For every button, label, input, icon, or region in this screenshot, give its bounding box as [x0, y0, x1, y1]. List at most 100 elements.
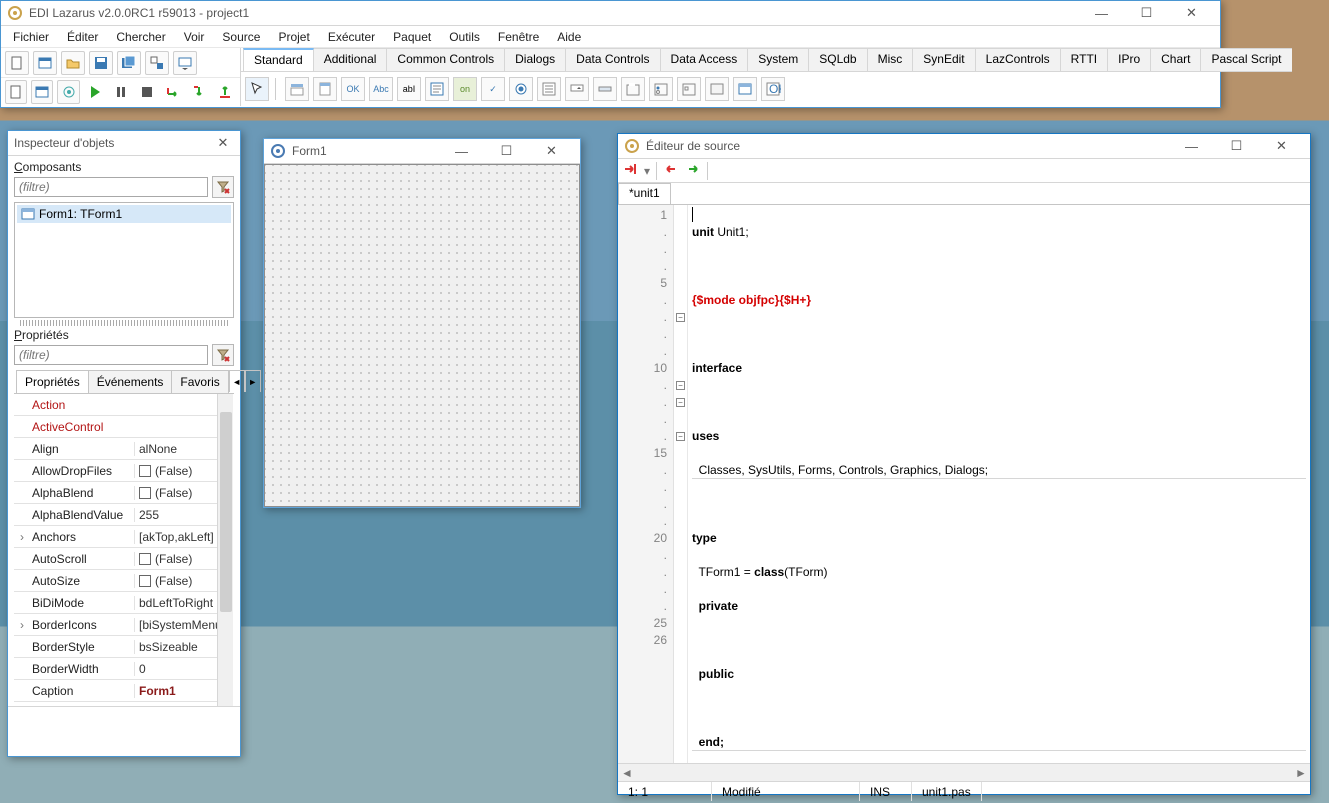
property-row[interactable]: BorderWidth0 [14, 658, 233, 680]
form-design-surface[interactable] [264, 164, 580, 507]
src-maximize-button[interactable]: ☐ [1214, 134, 1259, 159]
oi-properties-filter-clear[interactable] [212, 344, 234, 366]
form-close-button[interactable]: ✕ [529, 139, 574, 164]
property-row[interactable]: Action [14, 394, 233, 416]
property-row[interactable]: AlphaBlend (False) [14, 482, 233, 504]
oi-tab-nav-left[interactable]: ◄ [229, 370, 245, 392]
menu-editer[interactable]: Éditer [59, 28, 106, 46]
menu-source[interactable]: Source [214, 28, 268, 46]
property-row[interactable]: AlignalNone [14, 438, 233, 460]
component-tab-system[interactable]: System [747, 48, 809, 71]
build-button[interactable] [57, 80, 79, 104]
save-button[interactable] [89, 51, 113, 75]
palette-checkbox[interactable]: ✓ [481, 77, 505, 101]
src-jump-forward-button[interactable] [622, 161, 638, 180]
palette-radiogroup[interactable] [649, 77, 673, 101]
oi-close-button[interactable]: ✕ [212, 131, 234, 156]
palette-mainmenu[interactable] [285, 77, 309, 101]
component-tab-lazcontrols[interactable]: LazControls [975, 48, 1061, 71]
component-tab-dataaccess[interactable]: Data Access [660, 48, 749, 71]
ide-maximize-button[interactable]: ☐ [1124, 1, 1169, 26]
oi-properties-filter[interactable] [14, 345, 208, 365]
menu-projet[interactable]: Projet [270, 28, 317, 46]
form-maximize-button[interactable]: ☐ [484, 139, 529, 164]
ide-minimize-button[interactable]: ― [1079, 1, 1124, 26]
property-row[interactable]: ActiveControl [14, 416, 233, 438]
step-over-button[interactable] [162, 80, 184, 104]
new-unit-button[interactable] [5, 51, 29, 75]
menu-fichier[interactable]: Fichier [5, 28, 57, 46]
component-tab-dialogs[interactable]: Dialogs [504, 48, 566, 71]
run-button[interactable] [84, 80, 106, 104]
component-tab-rtti[interactable]: RTTI [1060, 48, 1108, 71]
palette-edit[interactable]: abI [397, 77, 421, 101]
property-row[interactable]: AutoSize (False) [14, 570, 233, 592]
property-row[interactable]: AutoScroll (False) [14, 548, 233, 570]
editor-fold-column[interactable]: −−−− [674, 205, 688, 763]
property-row[interactable]: AlphaBlendValue255 [14, 504, 233, 526]
oi-components-filter-clear[interactable] [212, 176, 234, 198]
component-tab-chart[interactable]: Chart [1150, 48, 1201, 71]
ide-close-button[interactable]: ✕ [1169, 1, 1214, 26]
menu-outils[interactable]: Outils [441, 28, 488, 46]
src-nav-back-button[interactable] [663, 161, 679, 180]
component-tab-ipro[interactable]: IPro [1107, 48, 1151, 71]
menu-aide[interactable]: Aide [549, 28, 589, 46]
code-editor[interactable]: 1...5....10....15....20....2526 −−−− uni… [618, 205, 1310, 763]
menu-paquet[interactable]: Paquet [385, 28, 439, 46]
property-row[interactable]: AllowDropFiles (False) [14, 460, 233, 482]
view-forms-button[interactable] [31, 80, 53, 104]
oi-tab-nav-right[interactable]: ► [245, 370, 261, 392]
view-units-button[interactable] [5, 80, 27, 104]
palette-scrollbar[interactable] [593, 77, 617, 101]
palette-combobox[interactable] [565, 77, 589, 101]
step-into-button[interactable] [188, 80, 210, 104]
palette-panel[interactable] [705, 77, 729, 101]
src-close-button[interactable]: ✕ [1259, 134, 1304, 159]
component-tab-sqldb[interactable]: SQLdb [808, 48, 867, 71]
toggle-form-unit-button[interactable] [145, 51, 169, 75]
property-row[interactable]: ›Anchors[akTop,akLeft] [14, 526, 233, 548]
property-row[interactable]: ›BorderIcons[biSystemMenu,b [14, 614, 233, 636]
property-row[interactable]: BiDiModebdLeftToRight [14, 592, 233, 614]
component-tab-standard[interactable]: Standard [243, 48, 314, 71]
component-tab-additional[interactable]: Additional [313, 48, 388, 71]
oi-components-filter[interactable] [14, 177, 208, 197]
save-all-button[interactable] [117, 51, 141, 75]
palette-popupmenu[interactable] [313, 77, 337, 101]
new-form-button[interactable] [33, 51, 57, 75]
oi-property-grid[interactable]: ActionActiveControlAlignalNoneAllowDropF… [14, 394, 234, 706]
oi-component-tree[interactable]: Form1: TForm1 [14, 202, 234, 318]
src-nav-forward-button[interactable] [685, 161, 701, 180]
palette-selector[interactable] [245, 77, 269, 101]
editor-code-area[interactable]: unit Unit1; {$mode objfpc}{$H+} interfac… [688, 205, 1310, 763]
src-tab-unit1[interactable]: *unit1 [618, 183, 671, 204]
scroll-left-icon[interactable]: ◄ [618, 764, 636, 782]
component-tab-synedit[interactable]: SynEdit [912, 48, 975, 71]
palette-radiobutton[interactable] [509, 77, 533, 101]
oi-tree-item-form1[interactable]: Form1: TForm1 [17, 205, 231, 223]
menu-executer[interactable]: Exécuter [320, 28, 383, 46]
component-tab-misc[interactable]: Misc [867, 48, 914, 71]
palette-groupbox[interactable] [621, 77, 645, 101]
menu-fenetre[interactable]: Fenêtre [490, 28, 547, 46]
palette-listbox[interactable] [537, 77, 561, 101]
property-row[interactable]: BorderStylebsSizeable [14, 636, 233, 658]
component-tab-pascalscript[interactable]: Pascal Script [1200, 48, 1291, 71]
stop-button[interactable] [136, 80, 158, 104]
menu-voir[interactable]: Voir [176, 28, 213, 46]
palette-checkgroup[interactable] [677, 77, 701, 101]
open-button[interactable] [61, 51, 85, 75]
palette-button[interactable]: OK [341, 77, 365, 101]
form-minimize-button[interactable]: ― [439, 139, 484, 164]
src-minimize-button[interactable]: ― [1169, 134, 1214, 159]
palette-memo[interactable] [425, 77, 449, 101]
palette-frame[interactable] [733, 77, 757, 101]
oi-splitter[interactable] [20, 320, 228, 326]
oi-tab-properties[interactable]: Propriétés [16, 370, 89, 393]
menu-chercher[interactable]: Chercher [108, 28, 173, 46]
pause-button[interactable] [110, 80, 132, 104]
palette-togglebox[interactable]: on [453, 77, 477, 101]
component-tab-datacontrols[interactable]: Data Controls [565, 48, 660, 71]
property-row[interactable]: CaptionForm1 [14, 680, 233, 702]
